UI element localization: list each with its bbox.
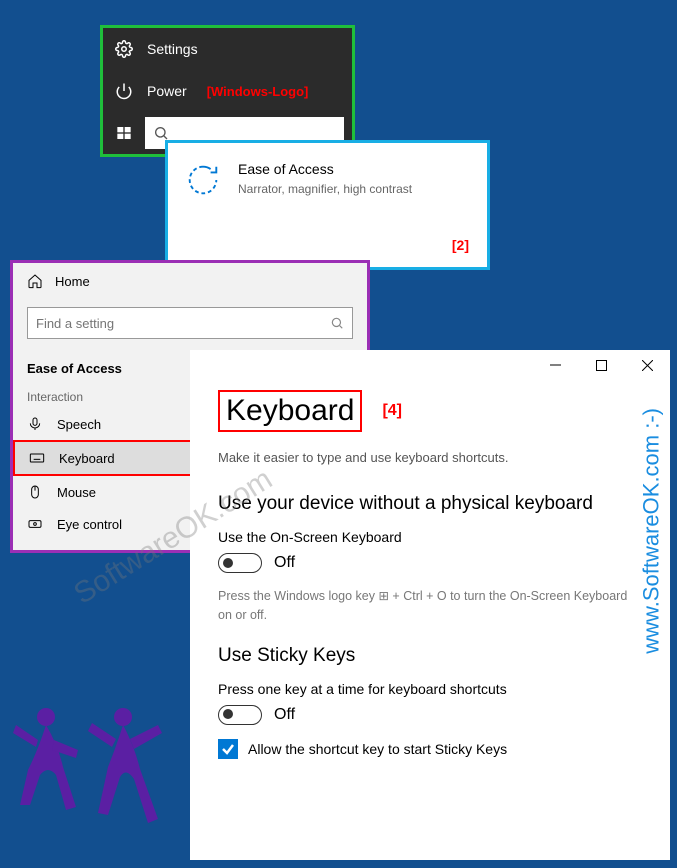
sidebar-item-label: Keyboard [59, 451, 115, 466]
main-content: Keyboard [4] Make it easier to type and … [190, 350, 670, 860]
power-icon [115, 82, 133, 100]
sidebar-item-label: Eye control [57, 517, 122, 532]
page-title: Keyboard [218, 390, 362, 432]
page-subtitle: Make it easier to type and use keyboard … [218, 450, 642, 465]
eoa-title: Ease of Access [238, 161, 412, 177]
watermark-side: www.SoftwareOK.com :-) [639, 408, 665, 654]
minimize-button[interactable] [532, 350, 578, 380]
onscreen-keyboard-label: Use the On-Screen Keyboard [218, 529, 642, 545]
search-icon [330, 316, 344, 330]
close-button[interactable] [624, 350, 670, 380]
window-titlebar [190, 350, 670, 380]
settings-menu-item[interactable]: Settings [103, 28, 352, 70]
sticky-shortcut-label: Allow the shortcut key to start Sticky K… [248, 741, 507, 757]
eye-icon [27, 516, 43, 532]
ease-of-access-icon [184, 161, 222, 199]
maximize-button[interactable] [578, 350, 624, 380]
onscreen-keyboard-toggle[interactable] [218, 553, 262, 573]
annotation-2: [2] [452, 237, 469, 253]
sticky-keys-label: Press one key at a time for keyboard sho… [218, 681, 642, 697]
windows-start-button[interactable] [103, 112, 145, 154]
sidebar-item-label: Speech [57, 417, 101, 432]
keyboard-icon [29, 450, 45, 466]
gear-icon [115, 40, 133, 58]
power-menu-item[interactable]: Power [Windows-Logo] [103, 70, 352, 112]
sidebar-search[interactable] [27, 307, 353, 339]
toggle-state: Off [274, 706, 295, 724]
search-icon [153, 125, 169, 141]
power-label: Power [147, 83, 187, 99]
section-heading-onscreen: Use your device without a physical keybo… [218, 493, 642, 515]
check-icon [221, 742, 235, 756]
annotation-windows-logo: [Windows-Logo] [207, 84, 309, 99]
sticky-shortcut-checkbox[interactable] [218, 739, 238, 759]
annotation-4: [4] [382, 402, 402, 420]
toggle-state: Off [274, 554, 295, 572]
microphone-icon [27, 416, 43, 432]
eoa-subtitle: Narrator, magnifier, high contrast [238, 181, 412, 198]
sticky-keys-toggle[interactable] [218, 705, 262, 725]
mouse-icon [27, 484, 43, 500]
dancer-decoration [8, 695, 178, 850]
settings-label: Settings [147, 41, 198, 57]
ease-of-access-tile[interactable]: Ease of Access Narrator, magnifier, high… [165, 140, 490, 270]
home-label: Home [55, 274, 90, 289]
onscreen-keyboard-hint: Press the Windows logo key ⊞ + Ctrl + O … [218, 587, 642, 625]
section-heading-sticky: Use Sticky Keys [218, 645, 642, 667]
start-menu-panel: Settings Power [Windows-Logo] [100, 25, 355, 157]
sidebar-search-input[interactable] [36, 316, 330, 331]
home-icon [27, 273, 43, 289]
sidebar-item-home[interactable]: Home [13, 263, 367, 299]
sidebar-item-label: Mouse [57, 485, 96, 500]
